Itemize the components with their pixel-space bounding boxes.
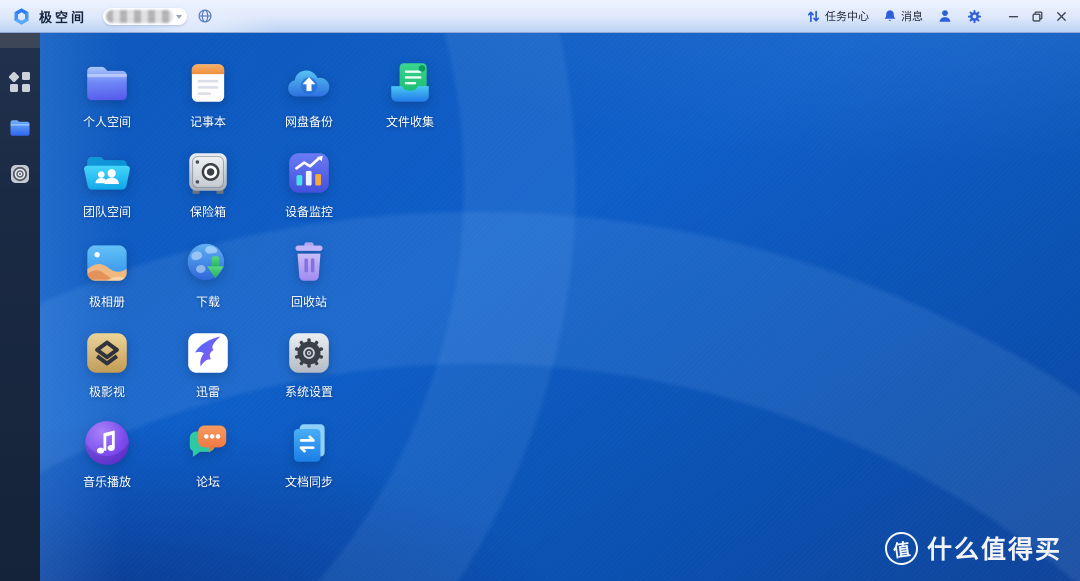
- task-center-button[interactable]: 任务中心: [806, 8, 869, 24]
- app-shortcut-doc-sync[interactable]: 文档同步: [259, 418, 359, 490]
- system-settings-icon: [284, 328, 334, 378]
- sidebar-item-files[interactable]: [0, 116, 40, 140]
- personal-space-icon: [82, 58, 132, 108]
- user-button[interactable]: [937, 8, 953, 24]
- minimize-button[interactable]: [1006, 9, 1020, 23]
- app-shortcut-team-space[interactable]: 团队空间: [57, 148, 157, 220]
- cloud-backup-icon: [284, 58, 334, 108]
- doc-sync-icon: [284, 418, 334, 468]
- app-label: 极相册: [57, 293, 157, 310]
- device-monitor-icon: [284, 148, 334, 198]
- recycle-bin-icon: [284, 238, 334, 288]
- app-shortcut-xunlei[interactable]: 迅雷: [158, 328, 258, 400]
- app-shortcut-notepad[interactable]: 记事本: [158, 58, 258, 130]
- gear-icon: [967, 9, 982, 24]
- team-space-icon: [82, 148, 132, 198]
- sidebar-item-vault[interactable]: [0, 162, 40, 186]
- desktop-wallpaper: 个人空间记事本网盘备份文件收集团队空间保险箱设备监控极相册下载回收站极影视迅雷系…: [40, 32, 1080, 581]
- forum-icon: [183, 418, 233, 468]
- app-shortcut-cloud-backup[interactable]: 网盘备份: [259, 58, 359, 130]
- blue-folder-icon: [8, 116, 32, 140]
- app-label: 回收站: [259, 293, 359, 310]
- app-label: 文档同步: [259, 473, 359, 490]
- app-label: 保险箱: [158, 203, 258, 220]
- music-player-icon: [82, 418, 132, 468]
- app-shortcut-download[interactable]: 下载: [158, 238, 258, 310]
- photo-album-icon: [82, 238, 132, 288]
- topbar: 极空间 任务中心: [0, 0, 1080, 33]
- app-label: 系统设置: [259, 383, 359, 400]
- zspace-desktop-screen: 极空间 任务中心: [0, 0, 1080, 581]
- close-button[interactable]: [1054, 9, 1068, 23]
- apps-grid-icon: [10, 72, 30, 92]
- app-label: 记事本: [158, 113, 258, 130]
- app-shortcut-system-settings[interactable]: 系统设置: [259, 328, 359, 400]
- app-shortcut-safe-box[interactable]: 保险箱: [158, 148, 258, 220]
- sidebar-item-apps[interactable]: [0, 70, 40, 94]
- app-shortcut-device-monitor[interactable]: 设备监控: [259, 148, 359, 220]
- topbar-right: 任务中心 消息: [806, 8, 1080, 24]
- settings-button[interactable]: [967, 9, 982, 24]
- chevron-down-icon: [176, 15, 182, 19]
- app-label: 音乐播放: [57, 473, 157, 490]
- app-label: 个人空间: [57, 113, 157, 130]
- app-label: 下载: [158, 293, 258, 310]
- messages-label: 消息: [901, 8, 923, 24]
- file-collect-icon: [385, 58, 435, 108]
- globe-icon[interactable]: [197, 8, 213, 24]
- app-shortcut-personal-space[interactable]: 个人空间: [57, 58, 157, 130]
- zspace-logo-icon: [11, 6, 32, 27]
- app-shortcut-file-collect[interactable]: 文件收集: [360, 58, 460, 130]
- app-shortcut-forum[interactable]: 论坛: [158, 418, 258, 490]
- sidebar-top-block: [0, 32, 40, 48]
- dial-icon: [9, 163, 31, 185]
- window-controls: [1006, 9, 1068, 23]
- app-shortcut-photo-album[interactable]: 极相册: [57, 238, 157, 310]
- device-selector[interactable]: [103, 8, 187, 25]
- messages-button[interactable]: 消息: [883, 8, 923, 24]
- app-shortcut-recycle-bin[interactable]: 回收站: [259, 238, 359, 310]
- brand-title: 极空间: [39, 7, 87, 26]
- app-label: 迅雷: [158, 383, 258, 400]
- download-icon: [183, 238, 233, 288]
- xunlei-icon: [183, 328, 233, 378]
- restore-button[interactable]: [1030, 9, 1044, 23]
- app-label: 论坛: [158, 473, 258, 490]
- app-label: 网盘备份: [259, 113, 359, 130]
- app-shortcut-movies[interactable]: 极影视: [57, 328, 157, 400]
- movies-icon: [82, 328, 132, 378]
- app-label: 极影视: [57, 383, 157, 400]
- safe-box-icon: [183, 148, 233, 198]
- bell-icon: [883, 9, 897, 23]
- app-label: 设备监控: [259, 203, 359, 220]
- app-label: 团队空间: [57, 203, 157, 220]
- notepad-icon: [183, 58, 233, 108]
- transfer-arrows-icon: [806, 9, 821, 24]
- app-shortcut-music-player[interactable]: 音乐播放: [57, 418, 157, 490]
- masked-device-name: [106, 10, 173, 23]
- user-icon: [937, 8, 953, 24]
- app-label: 文件收集: [360, 113, 460, 130]
- sidebar: [0, 32, 40, 581]
- task-center-label: 任务中心: [825, 8, 869, 24]
- brand: 极空间: [0, 6, 87, 27]
